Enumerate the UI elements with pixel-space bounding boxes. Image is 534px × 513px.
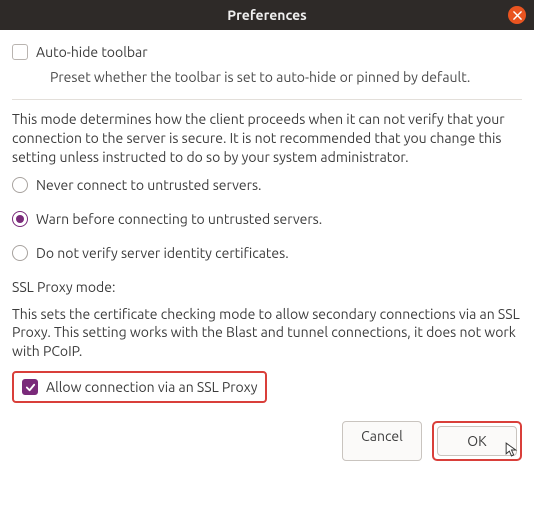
cursor-icon [505, 442, 518, 457]
autohide-label: Auto-hide toolbar [36, 44, 148, 60]
radio-warn-row[interactable]: Warn before connecting to untrusted serv… [12, 211, 522, 227]
window-title: Preferences [0, 7, 534, 23]
security-description: This mode determines how the client proc… [12, 110, 522, 167]
radio-warn[interactable] [12, 211, 28, 227]
sslproxy-description: This sets the certificate checking mode … [12, 305, 522, 362]
separator [12, 99, 522, 100]
radio-noverify[interactable] [12, 245, 28, 261]
sslproxy-section-label: SSL Proxy mode: [12, 279, 522, 295]
radio-never-row[interactable]: Never connect to untrusted servers. [12, 177, 522, 193]
ok-highlight: OK [432, 421, 522, 461]
cancel-button[interactable]: Cancel [342, 421, 422, 461]
sslproxy-checkbox-label: Allow connection via an SSL Proxy [46, 379, 257, 395]
autohide-checkbox[interactable] [12, 44, 28, 60]
radio-never-label: Never connect to untrusted servers. [36, 177, 261, 193]
autohide-description: Preset whether the toolbar is set to aut… [50, 68, 522, 87]
check-icon [25, 382, 36, 393]
radio-never[interactable] [12, 177, 28, 193]
close-icon [513, 11, 522, 20]
sslproxy-checkbox[interactable] [22, 379, 38, 395]
radio-noverify-label: Do not verify server identity certificat… [36, 245, 289, 261]
radio-noverify-row[interactable]: Do not verify server identity certificat… [12, 245, 522, 261]
button-row: Cancel OK [12, 421, 522, 461]
titlebar: Preferences [0, 0, 534, 30]
dialog-content: Auto-hide toolbar Preset whether the too… [0, 30, 534, 475]
close-button[interactable] [508, 6, 526, 24]
autohide-row: Auto-hide toolbar [12, 44, 522, 60]
radio-warn-label: Warn before connecting to untrusted serv… [36, 211, 322, 227]
sslproxy-highlight: Allow connection via an SSL Proxy [12, 371, 267, 403]
